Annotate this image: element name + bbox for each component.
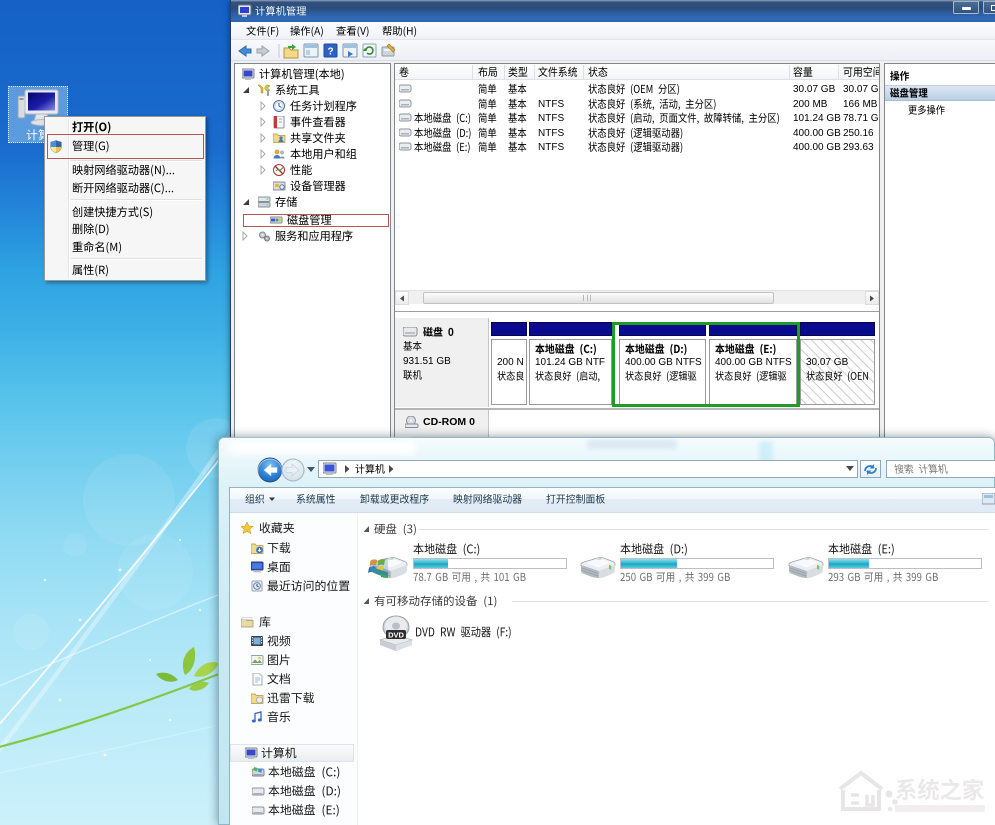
- svg-text:?: ?: [327, 47, 333, 58]
- svg-text:DVD: DVD: [388, 631, 404, 640]
